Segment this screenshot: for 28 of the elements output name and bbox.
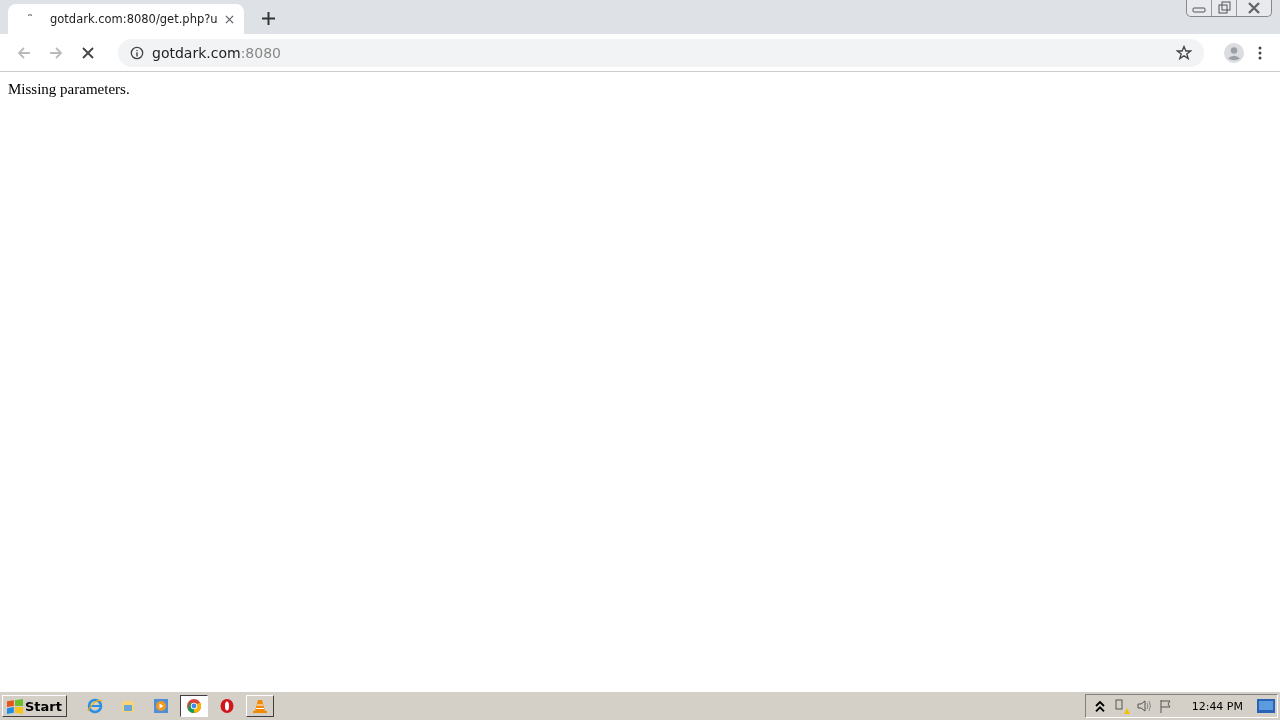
browser-tab[interactable]: gotdark.com:8080/get.php?u	[8, 4, 244, 34]
cone-icon	[252, 698, 268, 714]
address-field[interactable]: gotdark.com:8080	[118, 38, 1204, 67]
clock[interactable]: 12:44 PM	[1191, 699, 1243, 713]
url-text: gotdark.com:8080	[152, 44, 281, 61]
network-warning-icon[interactable]	[1113, 698, 1130, 714]
info-icon	[130, 45, 144, 60]
forward-icon[interactable]	[48, 44, 64, 61]
close-tab-icon[interactable]	[225, 14, 234, 24]
show-desktop-icon[interactable]	[1257, 699, 1275, 713]
play-icon	[153, 698, 169, 714]
browser-icon	[186, 698, 202, 714]
start-button[interactable]: Start	[2, 695, 67, 717]
new-tab-icon[interactable]	[262, 12, 275, 25]
tab-title: gotdark.com:8080/get.php?u	[50, 12, 219, 26]
globe-icon	[87, 698, 103, 714]
flag-logo-icon	[7, 698, 23, 714]
menu-icon[interactable]	[1258, 44, 1262, 61]
flag-icon[interactable]	[1157, 698, 1174, 714]
stop-icon[interactable]	[80, 44, 96, 61]
folder-icon	[120, 698, 136, 714]
back-icon[interactable]	[16, 44, 32, 61]
profile-avatar-icon[interactable]	[1224, 42, 1244, 63]
taskbar-button[interactable]	[180, 695, 208, 717]
star-icon[interactable]	[1176, 44, 1192, 61]
page-text: Missing parameters.	[8, 81, 131, 98]
ring-icon	[219, 698, 235, 714]
speaker-icon[interactable]	[1135, 698, 1152, 714]
